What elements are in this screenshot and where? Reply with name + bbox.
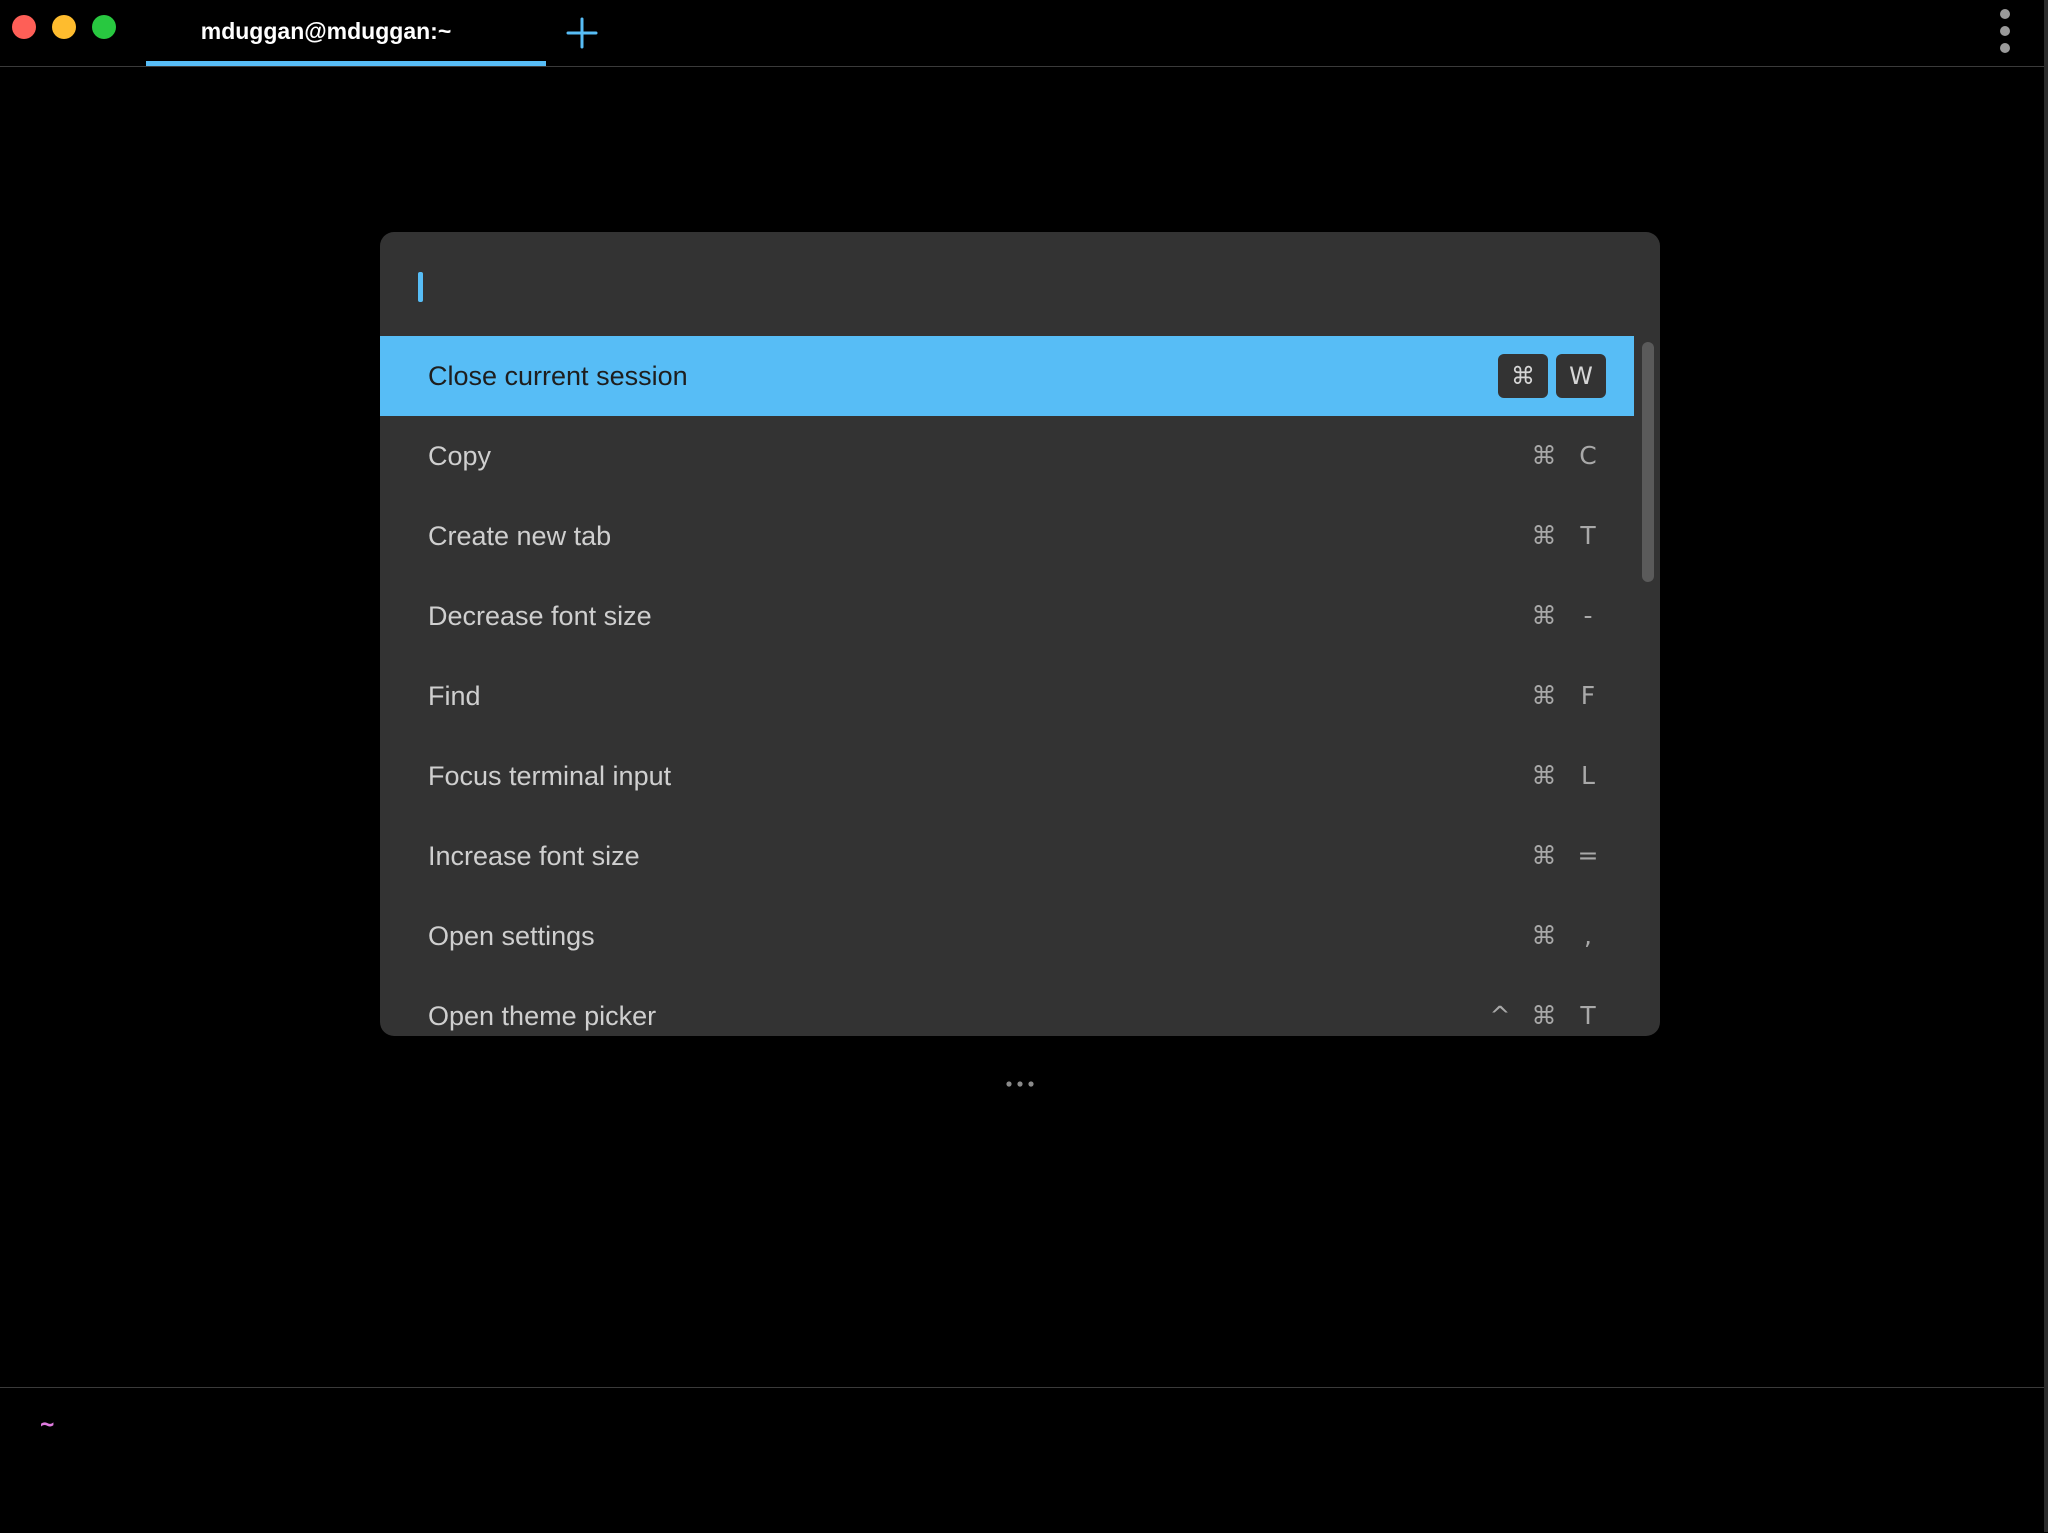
tab-session[interactable]: mduggan@mduggan:~ bbox=[146, 0, 546, 66]
more-button[interactable] bbox=[1000, 1076, 1040, 1092]
prompt-cwd: ~ bbox=[40, 1410, 55, 1438]
shortcut-key: ⌘ bbox=[1531, 921, 1557, 950]
command-item[interactable]: Increase font size ⌘ = bbox=[380, 816, 1634, 896]
shortcut-key: T bbox=[1580, 1001, 1596, 1030]
shortcut-key: C bbox=[1579, 441, 1597, 470]
keyboard-shortcut: ⌘ - bbox=[1526, 576, 1606, 656]
plus-icon bbox=[566, 17, 598, 49]
keyboard-shortcut: ⌘ W bbox=[1498, 336, 1606, 416]
keyboard-shortcut: ⌘ = bbox=[1526, 816, 1606, 896]
scrollbar-thumb[interactable] bbox=[1642, 342, 1654, 582]
new-tab-button[interactable] bbox=[562, 13, 602, 53]
keyboard-shortcut: ⌘ C bbox=[1526, 416, 1606, 496]
keyboard-shortcut: ⌘ T bbox=[1526, 496, 1606, 576]
command-label: Focus terminal input bbox=[428, 761, 672, 791]
command-item[interactable]: Close current session ⌘ W bbox=[380, 336, 1634, 416]
terminal-window: mduggan@mduggan:~ Close current session ⌘… bbox=[0, 0, 2044, 1533]
shortcut-key: L bbox=[1581, 761, 1595, 790]
maximize-window-button[interactable] bbox=[92, 15, 116, 39]
keyboard-shortcut: ^ ⌘ T bbox=[1482, 976, 1606, 1036]
command-item[interactable]: Open theme picker ^ ⌘ T bbox=[380, 976, 1634, 1036]
command-search-input[interactable] bbox=[428, 262, 1532, 314]
active-tab-indicator bbox=[146, 61, 546, 66]
shortcut-key: T bbox=[1580, 521, 1596, 550]
command-label: Create new tab bbox=[428, 521, 612, 551]
shortcut-key: ⌘ bbox=[1531, 841, 1557, 870]
shortcut-key: W bbox=[1556, 354, 1606, 398]
menu-button[interactable] bbox=[1990, 6, 2020, 60]
command-label: Find bbox=[428, 681, 481, 711]
tab-title: mduggan@mduggan:~ bbox=[200, 18, 452, 44]
horizontal-ellipsis-icon bbox=[1006, 1081, 1034, 1087]
close-window-button[interactable] bbox=[12, 15, 36, 39]
shortcut-key: ⌘ bbox=[1531, 1001, 1557, 1030]
command-list-scrollbar[interactable] bbox=[1638, 336, 1660, 1036]
command-item[interactable]: Find ⌘ F bbox=[380, 656, 1634, 736]
shortcut-key: ⌘ bbox=[1531, 521, 1557, 550]
window-edge bbox=[2044, 0, 2048, 1532]
minimize-window-button[interactable] bbox=[52, 15, 76, 39]
terminal-input-area[interactable]: ~ bbox=[0, 1387, 2044, 1533]
command-item[interactable]: Copy ⌘ C bbox=[380, 416, 1634, 496]
command-search bbox=[380, 232, 1660, 336]
keyboard-shortcut: ⌘, bbox=[1526, 896, 1606, 976]
command-item[interactable]: Create new tab ⌘ T bbox=[380, 496, 1634, 576]
shortcut-key: F bbox=[1580, 681, 1596, 710]
command-item[interactable]: Open settings ⌘, bbox=[380, 896, 1634, 976]
shortcut-key: ⌘ bbox=[1531, 441, 1557, 470]
command-label: Open settings bbox=[428, 921, 595, 951]
shortcut-key: ⌘ bbox=[1531, 681, 1557, 710]
command-item[interactable]: Focus terminal input ⌘ L bbox=[380, 736, 1634, 816]
command-label: Close current session bbox=[428, 361, 688, 391]
command-label: Increase font size bbox=[428, 841, 640, 871]
vertical-dots-icon bbox=[2000, 9, 2010, 53]
command-label: Decrease font size bbox=[428, 601, 652, 631]
shortcut-key: , bbox=[1584, 921, 1592, 950]
command-label: Copy bbox=[428, 441, 492, 471]
keyboard-shortcut: ⌘ F bbox=[1526, 656, 1606, 736]
text-caret bbox=[418, 272, 423, 302]
command-list: Close current session ⌘ W Copy ⌘ C Create new … bbox=[380, 336, 1634, 1036]
command-label: Open theme picker bbox=[428, 1001, 657, 1031]
shortcut-key: ⌘ bbox=[1531, 761, 1557, 790]
tab-bar: mduggan@mduggan:~ bbox=[0, 0, 2044, 67]
shortcut-key: ⌘ bbox=[1498, 354, 1548, 398]
shortcut-key: - bbox=[1583, 601, 1593, 630]
shortcut-key: ⌘ bbox=[1531, 601, 1557, 630]
keyboard-shortcut: ⌘ L bbox=[1526, 736, 1606, 816]
command-item[interactable]: Decrease font size ⌘ - bbox=[380, 576, 1634, 656]
shortcut-key: = bbox=[1577, 841, 1599, 870]
command-palette: Close current session ⌘ W Copy ⌘ C Create new … bbox=[380, 232, 1660, 1036]
shortcut-key: ^ bbox=[1489, 1001, 1511, 1030]
